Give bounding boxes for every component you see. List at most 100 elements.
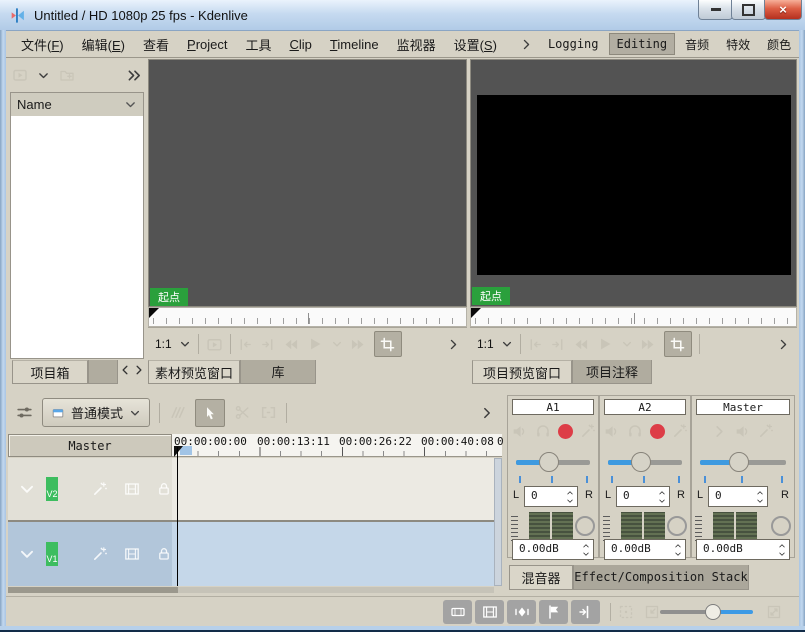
channel-effects-icon[interactable]: [758, 423, 774, 439]
create-folder-icon[interactable]: [59, 67, 75, 83]
spin-down-icon[interactable]: [565, 497, 575, 505]
balance-knob[interactable]: [771, 516, 791, 536]
project-zone-in-icon[interactable]: [528, 337, 543, 352]
audio-thumbnails-toggle-button[interactable]: [507, 600, 536, 624]
spin-up-icon[interactable]: [755, 489, 765, 497]
clip-zoom-level[interactable]: 1:1: [155, 337, 172, 351]
timeline-ruler[interactable]: 00:00:00:00 00:00:13:11 00:00:26:22 00:0…: [172, 434, 502, 457]
zoom-out-icon[interactable]: [644, 604, 660, 620]
clip-monitor-screen[interactable]: 起点: [148, 59, 467, 307]
project-forward-icon[interactable]: [640, 336, 657, 353]
tab-bin-stub[interactable]: [88, 360, 118, 384]
menu-monitor[interactable]: 监视器: [388, 35, 445, 54]
workspace-tab-logging[interactable]: Logging: [541, 34, 606, 54]
tab-mixer[interactable]: 混音器: [509, 565, 573, 590]
channel-effects-icon[interactable]: [672, 423, 688, 439]
track-collapse-icon[interactable]: [18, 480, 36, 498]
spinner-arrows[interactable]: [565, 487, 575, 506]
track-lane-v1[interactable]: [172, 522, 494, 586]
volume-slider-knob[interactable]: [729, 452, 749, 472]
spin-down-icon[interactable]: [673, 550, 683, 558]
tab-library[interactable]: 库: [240, 360, 316, 384]
tab-scroll-left-icon[interactable]: [119, 362, 131, 378]
bin-column-header[interactable]: Name: [10, 92, 144, 117]
project-rewind-icon[interactable]: [572, 336, 589, 353]
track-lane-v2[interactable]: [172, 458, 494, 520]
workspace-tab-audio[interactable]: 音频: [678, 33, 716, 56]
menu-timeline[interactable]: Timeline: [321, 37, 388, 52]
titlebar[interactable]: Untitled / HD 1080p 25 fps - Kdenlive: [0, 0, 805, 31]
workspace-tab-color[interactable]: 颜色: [760, 33, 798, 56]
record-icon[interactable]: [650, 424, 665, 439]
spinner-arrows[interactable]: [657, 487, 667, 506]
menu-file[interactable]: 文件(F): [12, 35, 73, 54]
project-zone-out-icon[interactable]: [550, 337, 565, 352]
playhead-line[interactable]: [177, 447, 178, 586]
scrollbar-thumb[interactable]: [8, 587, 178, 593]
spinner-arrows[interactable]: [673, 540, 683, 559]
menu-tool[interactable]: 工具: [236, 35, 280, 54]
mute-icon[interactable]: [734, 423, 751, 440]
track-lock-icon[interactable]: [156, 546, 172, 562]
channel-effects-icon[interactable]: [580, 423, 596, 439]
tab-project-bin[interactable]: 项目箱: [12, 360, 88, 384]
toolbar-overflow-icon[interactable]: [127, 68, 142, 83]
razor-tool-icon[interactable]: [234, 404, 251, 421]
project-bin-list[interactable]: [10, 116, 144, 359]
zoom-slider-knob[interactable]: [705, 604, 721, 620]
solo-icon[interactable]: [627, 423, 643, 439]
solo-icon[interactable]: [535, 423, 551, 439]
spin-up-icon[interactable]: [673, 542, 683, 550]
project-monitor-ruler[interactable]: [470, 307, 797, 327]
show-channels-icon[interactable]: [712, 424, 727, 439]
show-markers-toggle-button[interactable]: [539, 600, 568, 624]
pan-spinbox[interactable]: 0: [616, 486, 670, 507]
project-zone-toggle-button[interactable]: [664, 331, 692, 357]
spin-down-icon[interactable]: [755, 497, 765, 505]
clip-play-icon[interactable]: [306, 335, 324, 353]
mute-icon[interactable]: [603, 423, 620, 440]
mix-clips-icon[interactable]: [169, 404, 186, 421]
menu-edit[interactable]: 编辑(E): [73, 35, 134, 54]
record-icon[interactable]: [558, 424, 573, 439]
clip-zone-in-icon[interactable]: [238, 337, 253, 352]
timeline-horizontal-scrollbar[interactable]: [8, 587, 494, 593]
spin-down-icon[interactable]: [657, 497, 667, 505]
volume-slider-knob[interactable]: [631, 452, 651, 472]
track-collapse-icon[interactable]: [18, 545, 36, 563]
volume-slider-knob[interactable]: [539, 452, 559, 472]
tab-project-notes[interactable]: 项目注释: [572, 360, 652, 384]
menu-clip[interactable]: Clip: [281, 37, 321, 52]
clip-toolbar-expand-icon[interactable]: [447, 338, 460, 351]
bin-sort-chevron-icon[interactable]: [124, 98, 137, 111]
spin-up-icon[interactable]: [581, 542, 591, 550]
balance-knob[interactable]: [667, 516, 687, 536]
close-button[interactable]: ×: [764, 0, 802, 20]
track-height-toggle-button[interactable]: [443, 600, 472, 624]
clip-forward-icon[interactable]: [350, 336, 367, 353]
clip-zone-toggle-button[interactable]: [374, 331, 402, 357]
track-effects-icon[interactable]: [92, 546, 108, 562]
tab-effect-stack[interactable]: Effect/Composition Stack: [573, 565, 749, 590]
zoom-in-icon[interactable]: [766, 604, 782, 620]
spin-up-icon[interactable]: [777, 542, 787, 550]
playhead-marker[interactable]: [174, 446, 183, 457]
menubar-overflow-icon[interactable]: [520, 38, 533, 51]
snap-toggle-button[interactable]: [571, 600, 600, 624]
fit-zoom-icon[interactable]: [618, 604, 634, 620]
selection-tool-button[interactable]: [195, 399, 225, 427]
clip-zone-out-icon[interactable]: [260, 337, 275, 352]
track-effects-icon[interactable]: [92, 481, 108, 497]
clip-play-dropdown-icon[interactable]: [331, 338, 343, 350]
tab-scroll-right-icon[interactable]: [133, 362, 145, 378]
project-toolbar-expand-icon[interactable]: [777, 338, 790, 351]
minimize-button[interactable]: [698, 0, 733, 20]
edit-mode-dropdown[interactable]: 普通模式: [42, 398, 150, 427]
track-hide-video-icon[interactable]: [124, 546, 140, 562]
spacer-tool-icon[interactable]: [260, 404, 277, 421]
project-monitor-screen[interactable]: 起点: [470, 59, 797, 307]
timeline-toolbar-expand-icon[interactable]: [480, 406, 494, 420]
spin-up-icon[interactable]: [565, 489, 575, 497]
timeline-settings-icon[interactable]: [16, 404, 33, 421]
menu-project[interactable]: Project: [178, 37, 236, 52]
